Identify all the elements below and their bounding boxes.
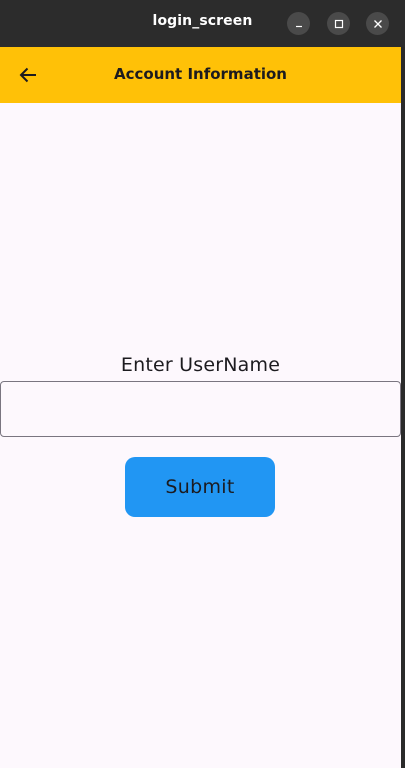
close-icon: [373, 19, 382, 28]
submit-button[interactable]: Submit: [125, 457, 275, 517]
maximize-icon: [334, 19, 343, 28]
window-titlebar: login_screen: [0, 0, 405, 47]
maximize-button[interactable]: [327, 12, 350, 35]
page-title: Account Information: [114, 65, 287, 83]
username-input[interactable]: [0, 381, 401, 437]
minimize-button[interactable]: [287, 12, 310, 35]
app-bar: Account Information: [0, 47, 401, 103]
window-edge: [401, 47, 405, 768]
close-button[interactable]: [366, 12, 389, 35]
username-label: Enter UserName: [120, 354, 281, 376]
minimize-icon: [295, 25, 302, 27]
app-content: Account Information Enter UserName Submi…: [0, 47, 401, 768]
app-window: login_screen Account Information Enter U…: [0, 0, 405, 768]
